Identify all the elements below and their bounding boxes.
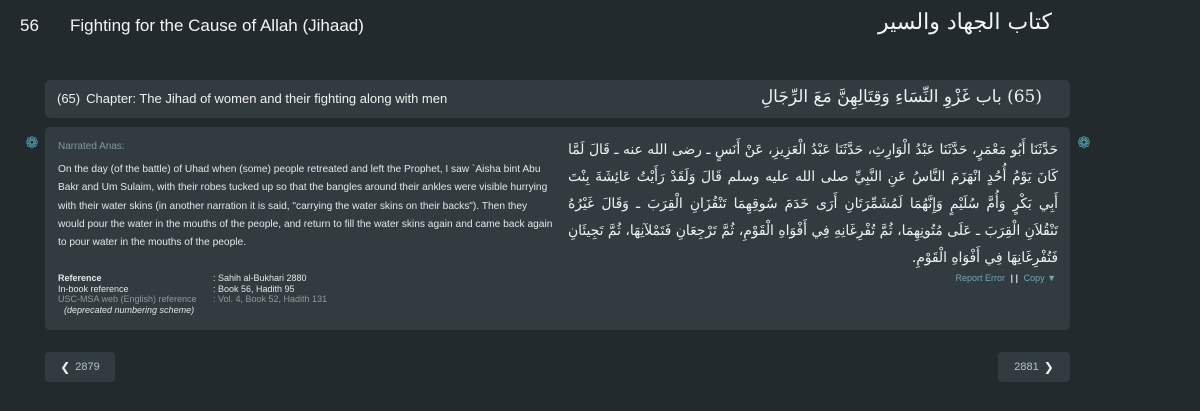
previous-hadith-button[interactable]: ❮ 2879: [45, 352, 115, 382]
hadith-english-text: On the day (of the battle) of Uhad when …: [58, 164, 553, 249]
reference-label: Reference: [58, 273, 102, 283]
reference-row: Reference : Sahih al-Bukhari 2880: [58, 273, 327, 284]
chapter-title-english: (65) Chapter: The Jihad of women and thei…: [57, 91, 447, 106]
reference-value[interactable]: : Sahih al-Bukhari 2880: [213, 273, 307, 284]
hadith-arabic-text: حَدَّثَنَا أَبُو مَعْمَرٍ، حَدَّثَنَا عَ…: [568, 142, 1058, 266]
in-book-reference-label: In-book reference: [58, 283, 129, 294]
next-hadith-label: 2881: [1014, 361, 1039, 373]
hadith-narrator: Narrated Anas:: [58, 141, 125, 152]
chevron-right-icon: ❯: [1043, 360, 1054, 374]
book-header: 56 Fighting for the Cause of Allah (Jiha…: [0, 0, 1200, 54]
chapter-title-text: Chapter: The Jihad of women and their fi…: [86, 91, 448, 106]
previous-hadith-label: 2879: [75, 361, 100, 373]
flower-icon: ❁: [1077, 135, 1091, 152]
deprecated-note: (deprecated numbering scheme): [64, 304, 195, 315]
chapter-number: (65): [57, 91, 81, 106]
hadith-actions: Report Error | | Copy ▼: [955, 273, 1056, 283]
next-hadith-button[interactable]: 2881 ❯: [998, 352, 1070, 382]
flower-icon: ❁: [25, 135, 39, 152]
hadith-container: Narrated Anas: On the day (of the battle…: [45, 127, 1070, 330]
reference-table: Reference : Sahih al-Bukhari 2880 In-boo…: [58, 273, 327, 315]
book-title-arabic: كتاب الجهاد والسير: [877, 10, 1052, 35]
usc-msa-reference-value: : Vol. 4, Book 52, Hadith 131: [213, 294, 328, 304]
in-book-reference-value: : Book 56, Hadith 95: [213, 283, 295, 294]
book-number: 56: [20, 16, 39, 35]
in-book-reference-row: In-book reference : Book 56, Hadith 95: [58, 284, 327, 295]
actions-separator: | |: [1010, 273, 1019, 283]
chapter-title-arabic: (65) باب غَزْوِ النِّسَاءِ وَقِتَالِهِنَ…: [760, 87, 1042, 107]
copy-dropdown[interactable]: Copy ▼: [1024, 273, 1056, 283]
usc-msa-reference-label: USC-MSA web (English) reference: [58, 294, 197, 304]
chapter-header: (65) Chapter: The Jihad of women and thei…: [45, 80, 1070, 118]
chevron-left-icon: ❮: [60, 360, 71, 374]
report-error-link[interactable]: Report Error: [955, 273, 1005, 283]
usc-msa-reference-row: USC-MSA web (English) reference : Vol. 4…: [58, 294, 327, 305]
book-title-english[interactable]: Fighting for the Cause of Allah (Jihaad): [70, 16, 364, 36]
